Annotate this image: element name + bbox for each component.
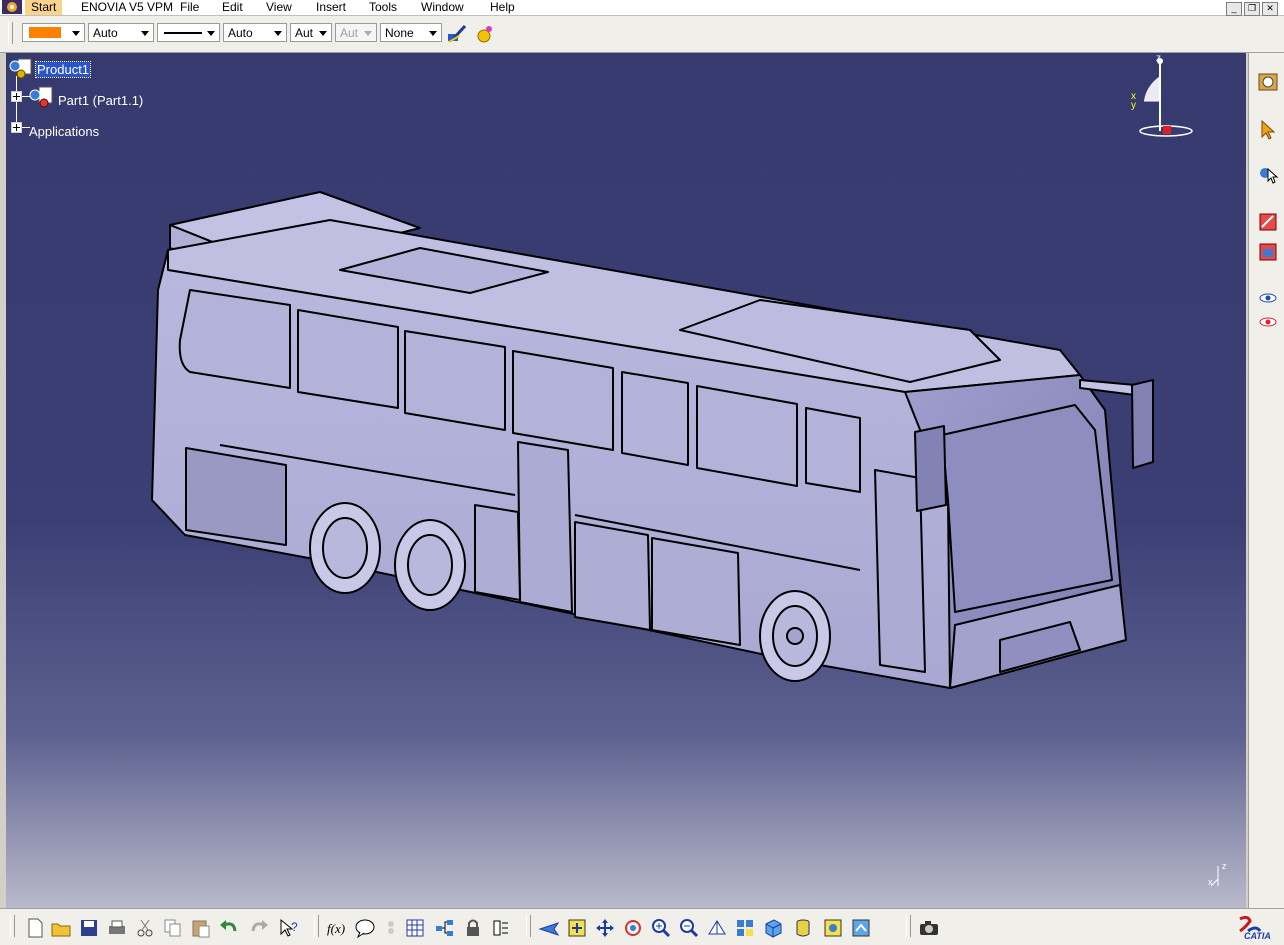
fit-all-icon[interactable] — [566, 917, 588, 939]
svg-text:x: x — [1208, 877, 1213, 887]
line-type-combo[interactable] — [157, 23, 220, 42]
menu-bar: Start ENOVIA V5 VPM File Edit View Inser… — [0, 0, 1284, 16]
pan-icon[interactable] — [594, 917, 616, 939]
menu-window[interactable]: Window — [415, 0, 470, 15]
chevron-down-icon — [429, 31, 437, 36]
menu-start[interactable]: Start — [25, 0, 63, 15]
render-icon[interactable] — [1257, 241, 1279, 263]
whats-this-icon[interactable]: ? — [278, 917, 300, 939]
fill-color-swatch — [29, 27, 61, 38]
chevron-down-icon — [72, 31, 80, 36]
axis-indicator-icon: z x — [1208, 861, 1227, 887]
thickness-value: Auto — [228, 26, 253, 40]
toolbar-grip[interactable] — [10, 915, 15, 937]
chevron-down-icon — [274, 31, 282, 36]
select-icon[interactable] — [1257, 119, 1279, 141]
linetype-combo[interactable]: Aut — [290, 23, 332, 42]
print-icon[interactable] — [106, 917, 128, 939]
new-icon[interactable] — [24, 917, 46, 939]
line-sample — [164, 32, 202, 34]
sight-alt-icon[interactable] — [1257, 311, 1279, 333]
transparency-value: Auto — [93, 26, 118, 40]
svg-text:?: ? — [291, 920, 298, 934]
multi-view-icon[interactable] — [734, 917, 756, 939]
3d-viewport[interactable]: Product1 Part1 (Part1.1) Applications z … — [6, 53, 1246, 908]
menu-edit[interactable]: Edit — [216, 0, 249, 15]
catalog-icon[interactable] — [490, 917, 512, 939]
linetype-value: Aut — [295, 26, 314, 40]
menu-file[interactable]: File — [174, 0, 205, 15]
open-icon[interactable] — [50, 917, 72, 939]
restore-icon[interactable]: ❐ — [1244, 2, 1260, 16]
formula-icon[interactable]: f(x) — [326, 917, 348, 939]
menu-view[interactable]: View — [260, 0, 298, 15]
toolbar-grip[interactable] — [526, 915, 531, 937]
table-icon[interactable] — [404, 917, 426, 939]
bottom-toolbar: ? f(x) CATIA — [0, 908, 1284, 945]
brand-label: CATIA — [1244, 931, 1271, 941]
svg-text:f(x): f(x) — [327, 921, 345, 936]
toolbar-grip[interactable] — [8, 22, 13, 44]
knowledge-icon[interactable] — [380, 917, 402, 939]
zoom-out-icon[interactable] — [678, 917, 700, 939]
lock-icon[interactable] — [462, 917, 484, 939]
redo-icon[interactable] — [248, 917, 270, 939]
painter-icon[interactable] — [446, 24, 468, 44]
chevron-down-icon — [207, 31, 215, 36]
graphic-properties-toolbar: Auto Auto Aut Aut None — [0, 16, 1284, 53]
capture-icon[interactable] — [918, 917, 940, 939]
properties-icon[interactable] — [474, 23, 496, 45]
chevron-down-icon — [364, 31, 372, 36]
tree-icon[interactable] — [434, 917, 456, 939]
save-icon[interactable] — [78, 917, 100, 939]
window-controls: _ ❐ ✕ — [1224, 0, 1278, 16]
swap-visible-icon[interactable] — [850, 917, 872, 939]
zoom-in-icon[interactable] — [650, 917, 672, 939]
point-type-combo[interactable]: Aut — [335, 23, 377, 42]
product-icon[interactable] — [1257, 211, 1279, 233]
point-type-value: Aut — [340, 26, 359, 40]
layer-combo[interactable]: None — [380, 23, 442, 42]
normal-view-icon[interactable] — [706, 917, 728, 939]
minimize-icon[interactable]: _ — [1226, 2, 1242, 16]
menu-insert[interactable]: Insert — [310, 0, 352, 15]
layer-value: None — [385, 26, 414, 40]
snap-icon[interactable] — [1257, 163, 1279, 185]
menu-tools[interactable]: Tools — [363, 0, 403, 15]
catia-app-icon[interactable] — [2, 0, 22, 14]
toolbar-grip[interactable] — [314, 915, 319, 937]
undo-icon[interactable] — [218, 917, 240, 939]
menu-enovia[interactable]: ENOVIA V5 VPM — [75, 0, 179, 15]
right-toolbar — [1248, 53, 1284, 908]
cut-icon[interactable] — [134, 917, 156, 939]
svg-text:z: z — [1222, 861, 1227, 871]
paste-icon[interactable] — [190, 917, 212, 939]
fill-color-combo[interactable] — [22, 23, 85, 42]
hide-show-icon[interactable] — [822, 917, 844, 939]
chevron-down-icon — [141, 31, 149, 36]
comment-icon[interactable] — [354, 917, 376, 939]
workbench-icon[interactable] — [1257, 71, 1279, 93]
fly-mode-icon[interactable] — [538, 917, 560, 939]
menu-help[interactable]: Help — [484, 0, 521, 15]
iso-view-icon[interactable] — [762, 917, 784, 939]
toolbar-grip[interactable] — [906, 915, 911, 937]
chevron-down-icon — [319, 31, 327, 36]
transparency-combo[interactable]: Auto — [88, 23, 154, 42]
close-icon[interactable]: ✕ — [1262, 2, 1278, 16]
shading-icon[interactable] — [792, 917, 814, 939]
sight-icon[interactable] — [1257, 287, 1279, 309]
bus-3d-model[interactable] — [6, 53, 1246, 908]
copy-icon[interactable] — [162, 917, 184, 939]
rotate-icon[interactable] — [622, 917, 644, 939]
thickness-combo[interactable]: Auto — [223, 23, 287, 42]
